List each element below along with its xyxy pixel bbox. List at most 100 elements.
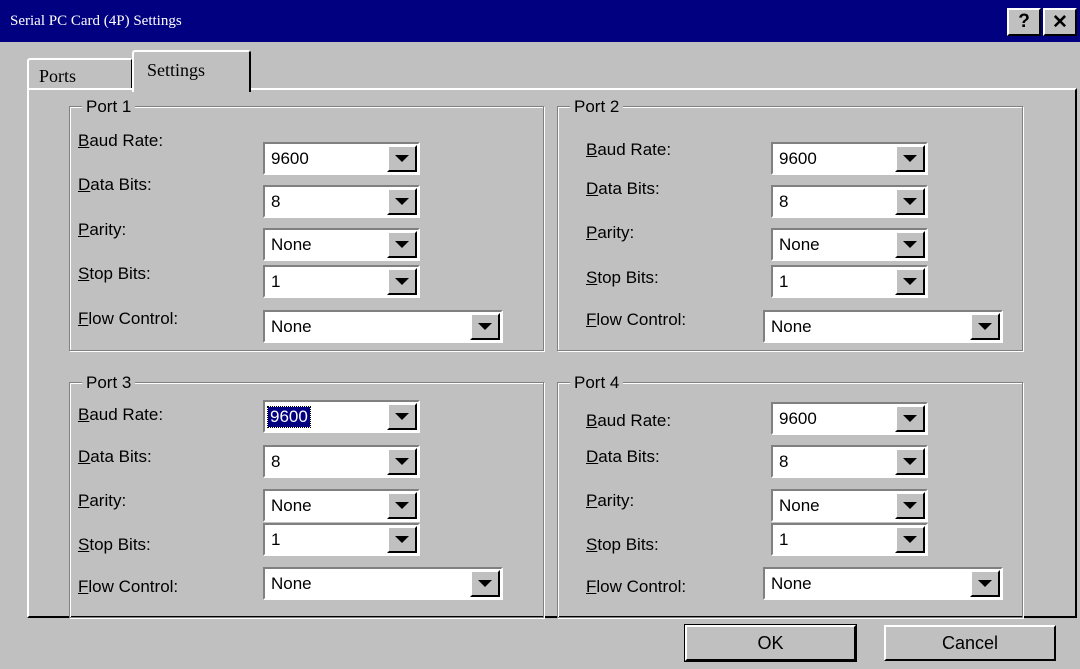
chevron-down-icon[interactable] [895,492,925,519]
parity-label: Parity: [78,220,127,239]
port-3-group: Port 3 Baud Rate: 9600 Data Bits: 8 Pari… [69,373,544,618]
parity-label: Parity: [78,491,127,510]
stop-bits-label: Stop Bits: [78,535,151,554]
chevron-down-icon[interactable] [895,188,925,215]
port-4-data-bits-select[interactable]: 8 [771,445,928,478]
tab-settings-label: Settings [147,60,206,80]
port-3-baud-rate-value: 9600 [267,406,311,428]
chevron-down-icon[interactable] [895,231,925,258]
port-4-stop-bits-select[interactable]: 1 [771,523,928,556]
port-2-stop-bits-select[interactable]: 1 [771,265,928,298]
flow-control-label: Flow Control: [586,310,687,329]
chevron-down-icon[interactable] [895,526,925,553]
flow-control-label: Flow Control: [78,309,179,328]
port-4-baud-rate-value: 9600 [779,409,817,428]
port-1-title: Port 1 [82,97,136,117]
port-1-group: Port 1 Baud Rate: 9600 Data Bits: 8 Pari… [69,97,544,351]
port-1-data-bits-value: 8 [271,192,281,211]
port-1-flow-control-select[interactable]: None [263,310,503,343]
help-button[interactable]: ? [1007,8,1041,36]
chevron-down-icon[interactable] [470,313,500,340]
stop-bits-label: Stop Bits: [586,535,659,554]
port-4-parity-select[interactable]: None [771,489,928,522]
close-button[interactable]: ✕ [1043,8,1077,36]
port-1-data-bits-select[interactable]: 8 [263,185,420,218]
port-3-title: Port 3 [82,373,136,393]
port-3-flow-control-value: None [271,574,312,593]
port-2-flow-control-select[interactable]: None [763,310,1003,343]
chevron-down-icon[interactable] [895,405,925,432]
title-bar[interactable]: Serial PC Card (4P) Settings ? ✕ [0,0,1080,42]
port-3-data-bits-value: 8 [271,452,281,471]
port-3-stop-bits-value: 1 [271,530,281,549]
chevron-down-icon[interactable] [387,526,417,553]
port-3-parity-select[interactable]: None [263,489,420,522]
window-title: Serial PC Card (4P) Settings [10,13,182,29]
port-1-flow-control-value: None [271,317,312,336]
port-1-parity-value: None [271,235,312,254]
chevron-down-icon[interactable] [387,492,417,519]
chevron-down-icon[interactable] [970,570,1000,597]
data-bits-label: Data Bits: [586,447,660,466]
parity-label: Parity: [586,223,635,242]
help-icon: ? [1018,11,1030,32]
flow-control-label: Flow Control: [78,577,179,596]
chevron-down-icon[interactable] [470,570,500,597]
chevron-down-icon[interactable] [387,448,417,475]
settings-panel: Port 1 Baud Rate: 9600 Data Bits: 8 Pari… [27,88,1077,618]
parity-label: Parity: [586,491,635,510]
port-4-title: Port 4 [570,373,624,393]
port-2-stop-bits-value: 1 [779,272,789,291]
port-3-stop-bits-select[interactable]: 1 [263,523,420,556]
port-2-data-bits-value: 8 [779,192,789,211]
port-1-stop-bits-value: 1 [271,272,281,291]
port-2-data-bits-select[interactable]: 8 [771,185,928,218]
chevron-down-icon[interactable] [970,313,1000,340]
close-icon: ✕ [1052,11,1068,33]
chevron-down-icon[interactable] [387,188,417,215]
port-2-group: Port 2 Baud Rate: 9600 Data Bits: 8 Pari… [557,97,1023,351]
port-2-flow-control-value: None [771,317,812,336]
chevron-down-icon[interactable] [895,145,925,172]
data-bits-label: Data Bits: [78,175,152,194]
baud-rate-label: Baud Rate: [78,405,164,424]
port-1-stop-bits-select[interactable]: 1 [263,265,420,298]
port-1-parity-select[interactable]: None [263,228,420,261]
port-4-flow-control-select[interactable]: None [763,567,1003,600]
tab-settings[interactable]: Settings [132,50,251,92]
port-4-parity-value: None [779,496,820,515]
port-4-group: Port 4 Baud Rate: 9600 Data Bits: 8 Pari… [557,373,1023,618]
port-3-data-bits-select[interactable]: 8 [263,445,420,478]
chevron-down-icon[interactable] [895,268,925,295]
tab-ports[interactable]: Ports [27,58,133,88]
chevron-down-icon[interactable] [895,448,925,475]
data-bits-label: Data Bits: [78,447,152,466]
flow-control-label: Flow Control: [586,577,687,596]
baud-rate-label: Baud Rate: [78,131,164,150]
baud-rate-label: Baud Rate: [586,411,672,430]
tab-ports-label: Ports [39,66,77,86]
port-2-baud-rate-value: 9600 [779,149,817,168]
port-4-flow-control-value: None [771,574,812,593]
data-bits-label: Data Bits: [586,179,660,198]
baud-rate-label: Baud Rate: [586,140,672,159]
ok-button[interactable]: OK [684,624,857,662]
port-3-parity-value: None [271,496,312,515]
port-4-baud-rate-select[interactable]: 9600 [771,402,928,435]
chevron-down-icon[interactable] [387,268,417,295]
port-3-baud-rate-select[interactable]: 9600 [263,400,420,433]
cancel-button[interactable]: Cancel [884,625,1056,661]
chevron-down-icon[interactable] [387,403,417,430]
port-2-title: Port 2 [570,97,624,117]
stop-bits-label: Stop Bits: [586,268,659,287]
port-4-stop-bits-value: 1 [779,530,789,549]
port-1-baud-rate-value: 9600 [271,149,309,168]
port-3-flow-control-select[interactable]: None [263,567,503,600]
port-2-baud-rate-select[interactable]: 9600 [771,142,928,175]
chevron-down-icon[interactable] [387,145,417,172]
port-2-parity-value: None [779,235,820,254]
chevron-down-icon[interactable] [387,231,417,258]
stop-bits-label: Stop Bits: [78,264,151,283]
port-2-parity-select[interactable]: None [771,228,928,261]
port-1-baud-rate-select[interactable]: 9600 [263,142,420,175]
